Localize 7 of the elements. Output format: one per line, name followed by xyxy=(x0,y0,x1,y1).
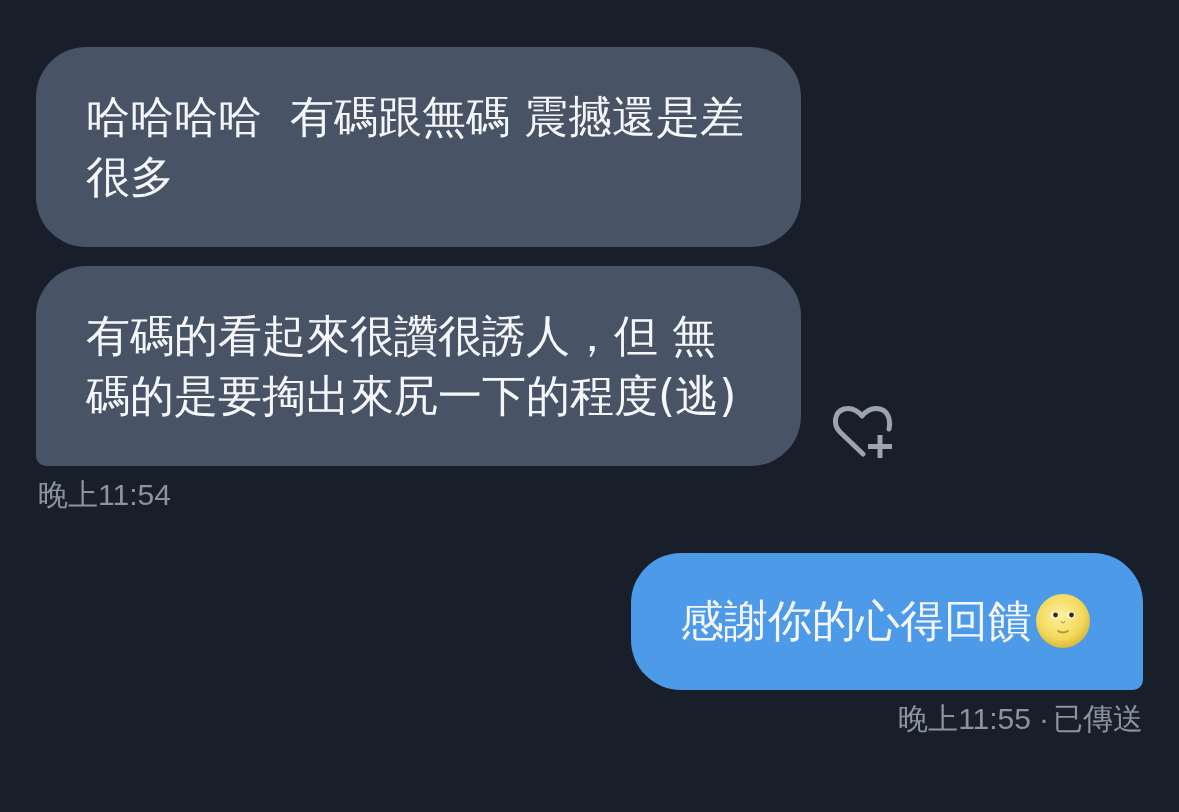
separator-dot: · xyxy=(1039,701,1049,737)
delivery-status: 已傳送 xyxy=(1053,701,1143,737)
timestamp: 晚上11:54 xyxy=(38,477,171,513)
message-text: 有碼的看起來很讚很誘人，但 無碼的是要掏出來尻一下的程度(逃) xyxy=(86,309,738,423)
timestamp: 晚上11:55 xyxy=(898,701,1031,737)
message-text: 感謝你的心得回饋 xyxy=(680,594,1032,648)
message-text: 哈哈哈哈 有碼跟無碼 震撼還是差很多 xyxy=(86,90,745,204)
